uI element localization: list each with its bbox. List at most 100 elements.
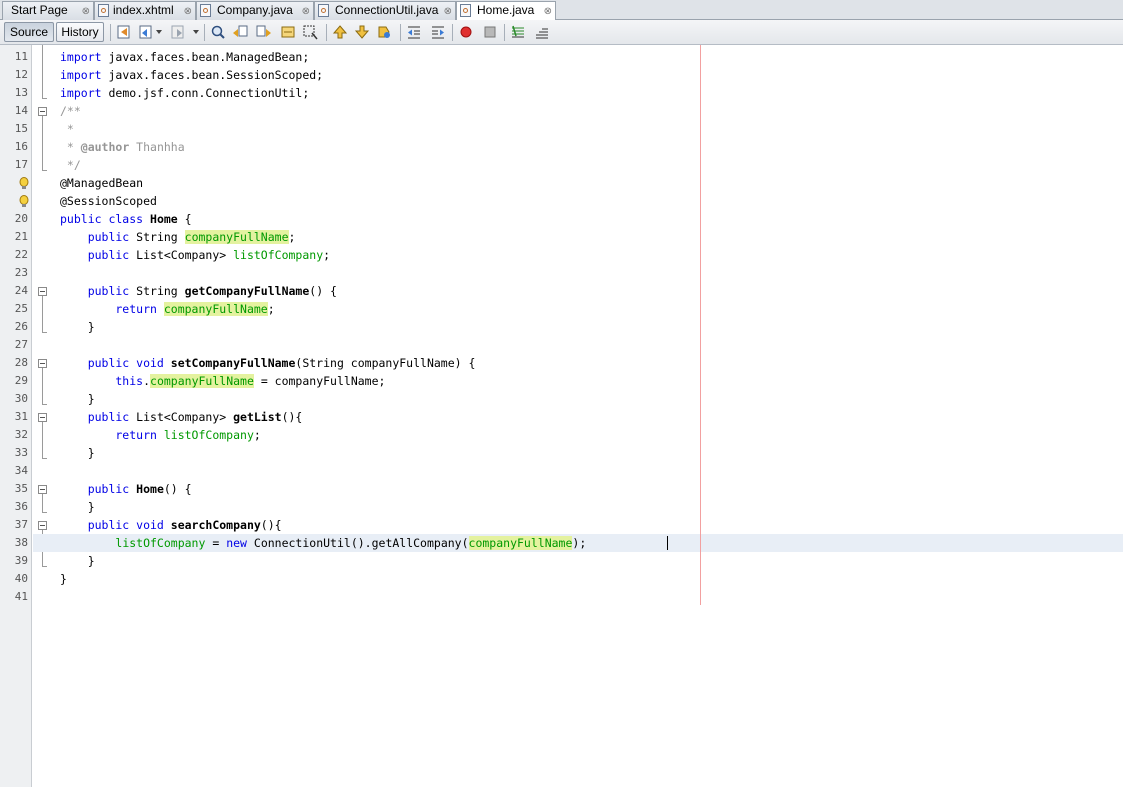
shift-right-icon[interactable] — [430, 24, 446, 40]
code-line: import demo.jsf.conn.ConnectionUtil; — [60, 84, 309, 102]
code-token: . — [143, 374, 151, 388]
fold-toggle-icon[interactable] — [38, 485, 47, 494]
line-number: 40 — [14, 572, 28, 585]
tab-close-icon[interactable]: ⊗ — [444, 3, 452, 20]
code-line: this.companyFullName = companyFullName; — [60, 372, 385, 390]
last-edit-icon[interactable] — [116, 24, 132, 40]
forward-icon[interactable] — [170, 24, 186, 40]
code-line: import javax.faces.bean.SessionScoped; — [60, 66, 323, 84]
find-next-icon[interactable] — [256, 24, 272, 40]
code-token: } — [60, 554, 95, 568]
code-line: public class Home { — [60, 210, 192, 228]
toolbar-separator — [326, 24, 327, 41]
tab-connectionutil-java[interactable]: ConnectionUtil.java ⊗ — [314, 1, 456, 20]
code-token: () { — [309, 284, 337, 298]
fold-toggle-icon[interactable] — [38, 521, 47, 530]
code-line: public String companyFullName; — [60, 228, 295, 246]
code-token: public void — [60, 518, 171, 532]
fold-toggle-icon[interactable] — [38, 413, 47, 422]
toolbar-separator — [452, 24, 453, 41]
code-token: public — [60, 410, 137, 424]
chevron-down-icon[interactable] — [193, 30, 199, 34]
line-number: 13 — [14, 86, 28, 99]
code-token: getCompanyFullName — [184, 284, 310, 298]
code-line: public List<Company> listOfCompany; — [60, 246, 330, 264]
line-number: 25 — [14, 302, 28, 315]
code-line: } — [60, 444, 95, 462]
tab-start-page[interactable]: Start Page ⊗ — [2, 1, 94, 20]
start-macro-recording-icon[interactable] — [458, 24, 474, 40]
code-token: } — [60, 320, 95, 334]
line-number: 36 — [14, 500, 28, 513]
uncomment-icon[interactable] — [534, 24, 550, 40]
code-token: = — [205, 536, 227, 550]
code-token: companyFullName — [150, 374, 254, 388]
find-icon[interactable] — [210, 24, 226, 40]
code-token: * — [60, 122, 74, 136]
stop-macro-recording-icon[interactable] — [482, 24, 498, 40]
code-token: return — [60, 428, 164, 442]
code-token: ConnectionUtil().getAllCompany( — [246, 536, 469, 550]
source-button[interactable]: Source — [4, 22, 54, 42]
next-bookmark-icon[interactable] — [354, 24, 370, 40]
find-previous-icon[interactable] — [232, 24, 248, 40]
shift-left-icon[interactable] — [406, 24, 422, 40]
line-number: 17 — [14, 158, 28, 171]
code-token: } — [60, 572, 67, 586]
fold-guide — [42, 512, 47, 513]
code-token: List<Company> — [136, 248, 234, 262]
toggle-highlight-icon[interactable] — [280, 24, 296, 40]
java-file-icon — [460, 4, 471, 17]
history-button[interactable]: History — [56, 22, 104, 42]
editor-toolbar: Source History — [0, 20, 1123, 45]
lightbulb-hint-icon[interactable] — [19, 195, 29, 209]
toolbar-separator — [110, 24, 111, 41]
tab-close-icon[interactable]: ⊗ — [302, 3, 310, 20]
tab-home-java[interactable]: Home.java ⊗ — [456, 1, 556, 21]
line-number: 20 — [14, 212, 28, 225]
code-token: Home — [150, 212, 178, 226]
back-icon[interactable] — [138, 24, 154, 40]
line-number: 35 — [14, 482, 28, 495]
line-number: 39 — [14, 554, 28, 567]
code-line: /** — [60, 102, 81, 120]
code-token: companyFullName — [163, 302, 268, 316]
line-number: 15 — [14, 122, 28, 135]
toolbar-separator — [400, 24, 401, 41]
fold-guide — [42, 45, 43, 98]
right-margin-guide — [700, 45, 701, 605]
fold-toggle-icon[interactable] — [38, 287, 47, 296]
code-token: import — [60, 50, 102, 64]
code-token: javax.faces.bean.ManagedBean; — [101, 50, 310, 64]
code-token: Thanhha — [129, 140, 185, 154]
tab-company-java[interactable]: Company.java ⊗ — [196, 1, 314, 20]
code-token: * — [60, 140, 81, 154]
code-token: public — [60, 482, 137, 496]
fold-guide — [42, 494, 43, 512]
tab-close-icon[interactable]: ⊗ — [544, 3, 552, 20]
fold-toggle-icon[interactable] — [38, 107, 47, 116]
file-icon — [98, 4, 109, 17]
line-number: 27 — [14, 338, 28, 351]
code-token: setCompanyFullName — [170, 356, 296, 370]
lightbulb-hint-icon[interactable] — [19, 177, 29, 191]
code-token: } — [60, 500, 95, 514]
line-number: 30 — [14, 392, 28, 405]
toggle-bookmark-icon[interactable] — [376, 24, 392, 40]
code-token: (){ — [260, 518, 282, 532]
comment-icon[interactable] — [510, 24, 526, 40]
line-number: 41 — [14, 590, 28, 603]
code-token: public class — [60, 212, 151, 226]
tab-close-icon[interactable]: ⊗ — [184, 3, 192, 20]
chevron-down-icon[interactable] — [156, 30, 162, 34]
previous-bookmark-icon[interactable] — [332, 24, 348, 40]
toggle-rect-selection-icon[interactable] — [302, 24, 318, 40]
fold-guide — [42, 296, 43, 332]
editor-tab-bar: Start Page ⊗ index.xhtml ⊗ Company.java … — [0, 0, 1123, 21]
code-line: @SessionScoped — [60, 192, 157, 210]
tab-index-xhtml[interactable]: index.xhtml ⊗ — [94, 1, 196, 20]
code-token: List<Company> — [136, 410, 234, 424]
tab-close-icon[interactable]: ⊗ — [82, 3, 90, 20]
code-line: } — [60, 570, 67, 588]
fold-toggle-icon[interactable] — [38, 359, 47, 368]
